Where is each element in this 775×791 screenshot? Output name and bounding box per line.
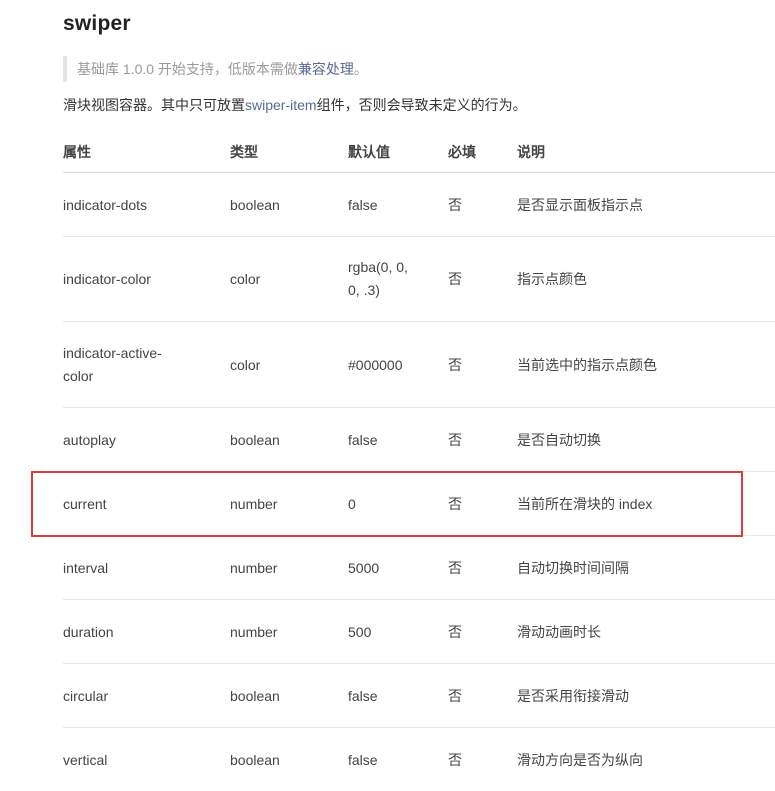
table-row: vertical boolean false 否 滑动方向是否为纵向 [63, 728, 775, 791]
property-required: 否 [448, 687, 462, 704]
table-row: interval number 5000 否 自动切换时间间隔 [63, 536, 775, 600]
property-name: indicator-dots [63, 196, 148, 213]
property-default: 5000 [348, 559, 380, 576]
compatibility-link[interactable]: 兼容处理 [298, 61, 354, 77]
property-description: 当前所在滑块的 index [517, 495, 653, 512]
property-type: boolean [230, 687, 280, 704]
property-type: number [230, 623, 278, 640]
header-type: 类型 [230, 144, 258, 160]
property-default: false [348, 751, 378, 768]
description-end: 组件，否则会导致未定义的行为。 [316, 97, 527, 113]
property-type: boolean [230, 431, 280, 448]
property-required: 否 [448, 495, 462, 512]
property-default: false [348, 687, 378, 704]
header-property: 属性 [63, 144, 91, 160]
property-description: 滑动动画时长 [517, 623, 601, 640]
property-required: 否 [448, 356, 462, 373]
property-name: circular [63, 687, 109, 704]
property-name: autoplay [63, 431, 116, 448]
property-required: 否 [448, 559, 462, 576]
property-name: vertical [63, 751, 108, 768]
table-row: autoplay boolean false 否 是否自动切换 [63, 408, 775, 472]
property-description: 当前选中的指示点颜色 [517, 356, 657, 373]
table-row: indicator-dots boolean false 否 是否显示面板指示点 [63, 173, 775, 237]
table-row: duration number 500 否 滑动动画时长 [63, 600, 775, 664]
version-note-end: 。 [353, 61, 368, 77]
table-header: 属性 类型 默认值 必填 说明 [63, 132, 775, 173]
property-required: 否 [448, 751, 462, 768]
property-description: 是否自动切换 [517, 431, 601, 448]
header-required: 必填 [448, 144, 476, 160]
property-type: number [230, 559, 278, 576]
property-name: interval [63, 559, 109, 576]
property-description: 滑动方向是否为纵向 [517, 751, 643, 768]
header-default: 默认值 [348, 144, 390, 160]
table-row: indicator-color color rgba(0, 0, 0, .3) … [63, 237, 775, 322]
property-default: #000000 [348, 356, 403, 373]
table-row: circular boolean false 否 是否采用衔接滑动 [63, 664, 775, 728]
swiper-item-link[interactable]: swiper-item [245, 97, 317, 113]
property-default: 0 [348, 495, 356, 512]
property-type: color [230, 356, 261, 373]
version-note: 基础库 1.0.0 开始支持，低版本需做兼容处理。 [63, 56, 368, 82]
property-description: 指示点颜色 [517, 271, 587, 287]
property-type: number [230, 495, 278, 512]
page-title: swiper [63, 12, 131, 35]
property-default: false [348, 431, 378, 448]
property-description: 是否显示面板指示点 [517, 196, 643, 213]
property-default: false [348, 196, 378, 213]
property-type: boolean [230, 751, 280, 768]
property-description: 自动切换时间间隔 [517, 559, 629, 576]
property-required: 否 [448, 196, 462, 213]
property-default: 500 [348, 623, 372, 640]
component-description: 滑块视图容器。其中只可放置swiper-item组件，否则会导致未定义的行为。 [63, 94, 527, 116]
property-description: 是否采用衔接滑动 [517, 687, 629, 704]
property-name: duration [63, 623, 114, 640]
property-type: boolean [230, 196, 280, 213]
table-row-current: current number 0 否 当前所在滑块的 index [63, 472, 775, 536]
property-name: indicator-active-color [63, 344, 162, 384]
doc-page: swiper 基础库 1.0.0 开始支持，低版本需做兼容处理。 滑块视图容器。… [0, 0, 775, 768]
property-type: color [230, 271, 261, 287]
property-default: rgba(0, 0, 0, .3) [348, 259, 408, 298]
table-row: indicator-active-color color #000000 否 当… [63, 322, 775, 408]
property-name: indicator-color [63, 271, 151, 287]
property-required: 否 [448, 623, 462, 640]
property-required: 否 [448, 431, 462, 448]
description-text: 滑块视图容器。其中只可放置 [63, 97, 245, 113]
property-required: 否 [448, 271, 462, 287]
property-table: 属性 类型 默认值 必填 说明 indicator-dots boolean f… [63, 132, 775, 791]
property-name: current [63, 495, 107, 512]
header-description: 说明 [517, 144, 545, 160]
version-note-text: 基础库 1.0.0 开始支持，低版本需做 [77, 61, 298, 77]
